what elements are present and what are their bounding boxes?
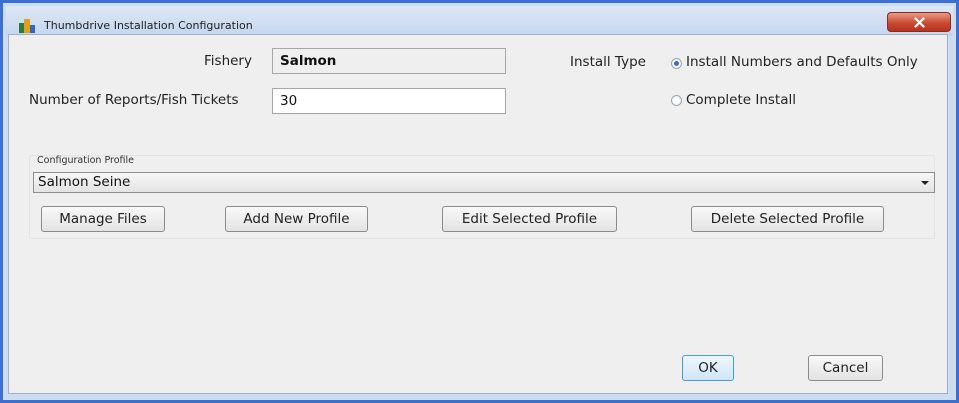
cancel-button[interactable]: Cancel [808, 355, 883, 381]
close-button[interactable] [887, 12, 951, 32]
ok-button[interactable]: OK [682, 355, 734, 381]
reports-input[interactable]: 30 [272, 88, 506, 114]
dialog-content: Fishery Salmon Number of Reports/Fish Ti… [8, 34, 948, 394]
edit-selected-profile-button[interactable]: Edit Selected Profile [442, 206, 617, 232]
delete-selected-profile-button[interactable]: Delete Selected Profile [691, 206, 884, 232]
configuration-profile-label: Configuration Profile [37, 155, 134, 166]
title-bar[interactable]: Thumbdrive Installation Configuration [6, 6, 953, 36]
profile-dropdown[interactable]: Salmon Seine [33, 172, 935, 193]
chevron-down-icon[interactable] [916, 173, 934, 192]
fishery-label: Fishery [204, 53, 252, 69]
fishery-field: Salmon [272, 48, 506, 74]
app-icon [19, 18, 35, 33]
install-type-label: Install Type [570, 54, 646, 70]
close-icon [914, 17, 925, 28]
window-title: Thumbdrive Installation Configuration [44, 19, 253, 32]
install-numbers-option-label[interactable]: Install Numbers and Defaults Only [686, 54, 918, 70]
profile-dropdown-value: Salmon Seine [38, 174, 131, 190]
add-new-profile-button[interactable]: Add New Profile [225, 206, 368, 232]
complete-install-option-label[interactable]: Complete Install [686, 92, 796, 108]
manage-files-button[interactable]: Manage Files [41, 206, 165, 232]
reports-label: Number of Reports/Fish Tickets [29, 92, 239, 108]
complete-install-radio[interactable] [671, 95, 682, 106]
install-numbers-radio[interactable] [671, 58, 682, 69]
